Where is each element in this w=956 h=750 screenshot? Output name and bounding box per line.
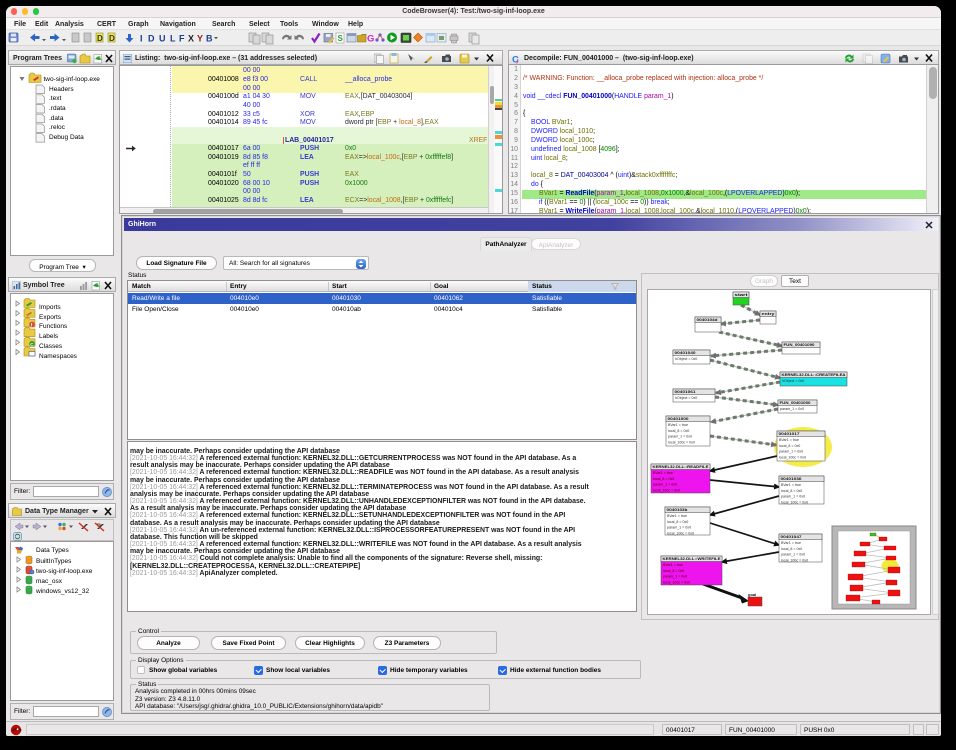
svg-text:KERNEL32.DLL::WRITEFILE: KERNEL32.DLL::WRITEFILE — [663, 556, 721, 561]
svg-text:D: D — [109, 34, 115, 43]
svg-text:BVar1 = true: BVar1 = true — [663, 563, 683, 567]
svg-text:local_100c = 0x0: local_100c = 0x0 — [781, 501, 808, 505]
svg-text:param_1 = 0x0: param_1 = 0x0 — [781, 495, 805, 499]
svg-text:param_1 = 0x0: param_1 = 0x0 — [667, 526, 691, 530]
svg-text:param_1 = 0x0: param_1 = 0x0 — [668, 435, 692, 439]
svg-text:F: F — [179, 34, 185, 44]
svg-text:local_8 = 0x0: local_8 = 0x0 — [668, 429, 689, 433]
svg-text:entry: entry — [762, 311, 776, 316]
svg-text:local_100c = 0x0: local_100c = 0x0 — [668, 441, 695, 445]
svg-text:BVar1 = true: BVar1 = true — [779, 438, 799, 442]
svg-text:local_8 = 0x0: local_8 = 0x0 — [653, 477, 674, 481]
svg-text:local_8 = 0x0: local_8 = 0x0 — [667, 520, 688, 524]
svg-text:0040104d: 0040104d — [697, 317, 719, 322]
svg-text:BVar1 = true: BVar1 = true — [668, 423, 688, 427]
svg-text:goal: goal — [748, 592, 756, 597]
svg-text:local_8 = 0x0: local_8 = 0x0 — [781, 489, 802, 493]
svg-text:I: I — [140, 34, 143, 44]
svg-text:FUN_00401090: FUN_00401090 — [784, 342, 816, 347]
svg-text:D: D — [148, 34, 155, 44]
svg-text:00401061: 00401061 — [675, 389, 697, 394]
svg-text:start: start — [735, 292, 749, 297]
svg-text:/: / — [517, 58, 519, 64]
svg-text:00401000: 00401000 — [668, 416, 690, 421]
svg-text:BVar1 = true: BVar1 = true — [653, 471, 673, 475]
svg-text:local_8 = 0x0: local_8 = 0x0 — [779, 444, 800, 448]
svg-text:FUN_00401000: FUN_00401000 — [780, 400, 812, 405]
svg-text:00401017: 00401017 — [779, 431, 801, 436]
svg-text:local_100c = 0x0: local_100c = 0x0 — [653, 489, 680, 493]
svg-text:local_8 = 0x0: local_8 = 0x0 — [781, 547, 802, 551]
svg-text:BVar1 = true: BVar1 = true — [781, 541, 801, 545]
svg-text:BVar1 = true: BVar1 = true — [667, 514, 687, 518]
svg-text:D: D — [97, 34, 103, 43]
svg-text:S: S — [338, 34, 344, 43]
svg-text:X: X — [188, 34, 194, 44]
svg-text:hObject = 0x0: hObject = 0x0 — [675, 396, 697, 400]
svg-text:G: G — [367, 34, 374, 45]
svg-text:KERNEL32.DLL::READFILE: KERNEL32.DLL::READFILE — [653, 464, 709, 469]
svg-text:hObject = 0x0: hObject = 0x0 — [675, 357, 697, 361]
svg-text:00401040: 00401040 — [675, 350, 697, 355]
svg-text:local_100c = 0x0: local_100c = 0x0 — [779, 456, 806, 460]
svg-text:local_100c = 0x0: local_100c = 0x0 — [781, 559, 808, 563]
svg-text:BVar1 = true: BVar1 = true — [781, 483, 801, 487]
svg-text:param_1 = 0x0: param_1 = 0x0 — [653, 483, 677, 487]
svg-text:local_100c = 0x0: local_100c = 0x0 — [667, 532, 694, 536]
svg-text:0040103b: 0040103b — [667, 507, 689, 512]
svg-text:U: U — [159, 34, 166, 44]
svg-text:B: B — [206, 34, 213, 44]
svg-text:param_1 = 0x0: param_1 = 0x0 — [663, 575, 687, 579]
svg-text:hObject = 0x0: hObject = 0x0 — [782, 379, 804, 383]
svg-text:L: L — [170, 34, 176, 44]
svg-text:local_8 = 0x0: local_8 = 0x0 — [663, 569, 684, 573]
svg-text:00401036: 00401036 — [781, 476, 803, 481]
svg-text:param_1 = 0x0: param_1 = 0x0 — [781, 553, 805, 557]
svg-text:KERNEL32.DLL::CREATEFILEA: KERNEL32.DLL::CREATEFILEA — [782, 372, 846, 377]
svg-text:local_100c = 0x0: local_100c = 0x0 — [663, 581, 690, 585]
svg-text:00401047: 00401047 — [781, 534, 803, 539]
svg-text:param_1 = 0x0: param_1 = 0x0 — [780, 407, 804, 411]
svg-text:Y: Y — [197, 34, 203, 44]
svg-text:param_1 = 0x0: param_1 = 0x0 — [779, 450, 803, 454]
